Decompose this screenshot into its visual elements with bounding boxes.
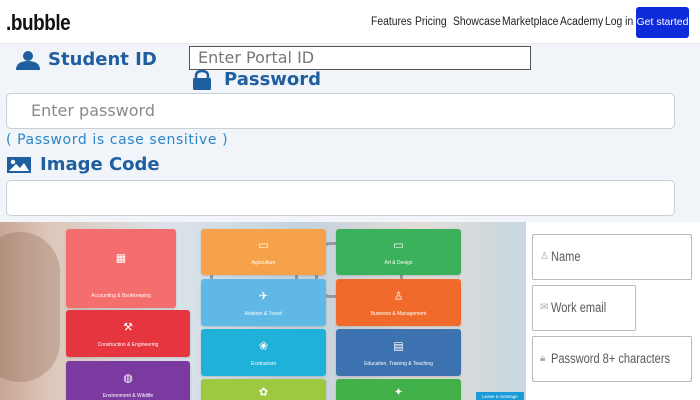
student-login-form: Student ID Enter Portal ID Password Ente… xyxy=(0,44,700,222)
runner-icon: ✦ xyxy=(393,386,404,398)
person-icon: ♙ xyxy=(540,251,549,262)
password-label: Password xyxy=(224,69,322,90)
tile-construction[interactable]: ⚒ Construction & Engineering xyxy=(66,310,190,357)
student-id-row: Student ID xyxy=(14,49,157,70)
calculator-icon: ▦ xyxy=(115,252,127,265)
tile-art-design[interactable]: ▭ Art & Design xyxy=(336,229,461,275)
tile-partial-sport[interactable]: ✦ xyxy=(336,379,461,400)
leaf-icon: ✿ xyxy=(258,386,269,398)
tile-agriculture[interactable]: ▭ Agriculture xyxy=(201,229,326,275)
password-row: Password xyxy=(190,69,321,90)
globe-icon: ❀ xyxy=(258,340,269,353)
mail-icon: ✉ xyxy=(540,302,549,313)
user-icon xyxy=(16,50,40,70)
image-code-row: Image Code xyxy=(6,154,160,175)
template-showcase: ▦ Accounting & Bookkeeping ▭ Agriculture… xyxy=(0,222,526,400)
tool-icon: ⚒ xyxy=(123,321,133,334)
image-icon xyxy=(7,156,31,173)
name-placeholder: Name xyxy=(551,249,581,264)
image-code-label: Image Code xyxy=(40,154,160,175)
folder-icon: ▭ xyxy=(258,239,269,252)
student-id-label: Student ID xyxy=(48,49,157,70)
nav-features-link[interactable]: Features xyxy=(371,16,412,28)
work-email-field[interactable]: ✉ Work email xyxy=(532,285,636,331)
password-field[interactable]: 🔒︎ Password 8+ characters xyxy=(532,336,692,382)
nav-academy-link[interactable]: Academy xyxy=(560,16,603,28)
signup-form: ♙ Name ✉ Work email 🔒︎ Password 8+ chara… xyxy=(526,222,700,400)
image-code-input[interactable] xyxy=(6,180,675,216)
nav-marketplace-link[interactable]: Marketplace xyxy=(502,16,558,28)
bubble-logo[interactable]: .bubble xyxy=(6,10,71,36)
password-placeholder: Password 8+ characters xyxy=(551,351,671,366)
case-sensitive-hint: ( Password is case sensitive ) xyxy=(6,132,229,148)
airplane-icon: ✈ xyxy=(258,290,269,303)
leave-message-badge[interactable]: Leave a message xyxy=(476,392,524,400)
name-field[interactable]: ♙ Name xyxy=(532,234,692,280)
tile-business[interactable]: ♙ Business & Management xyxy=(336,279,461,326)
lock-icon xyxy=(193,69,211,90)
board-icon: ▤ xyxy=(393,340,404,353)
background-face xyxy=(0,232,60,382)
work-email-placeholder: Work email xyxy=(551,300,607,315)
get-started-button[interactable]: Get started xyxy=(636,7,689,38)
portal-id-input[interactable]: Enter Portal ID xyxy=(189,46,531,70)
nav-showcase-link[interactable]: Showcase xyxy=(453,16,501,28)
nav-login-link[interactable]: Log in xyxy=(605,16,633,28)
nav-pricing-link[interactable]: Pricing xyxy=(415,16,447,28)
tile-aviation[interactable]: ✈ Aviation & Travel xyxy=(201,279,326,326)
tile-ecotourism[interactable]: ❀ Ecotourism xyxy=(201,329,326,376)
tile-environment[interactable]: ◍ Environment & Wildlife xyxy=(66,361,190,400)
padlock-icon: 🔒︎ xyxy=(540,353,546,364)
monitor-icon: ▭ xyxy=(393,239,404,252)
top-navbar: .bubble Features Pricing Showcase Market… xyxy=(0,0,700,44)
people-icon: ♙ xyxy=(393,290,404,303)
tile-partial-green[interactable]: ✿ xyxy=(201,379,326,400)
earth-icon: ◍ xyxy=(123,372,133,385)
password-input[interactable]: Enter password xyxy=(6,93,675,129)
tile-education[interactable]: ▤ Education, Training & Teaching xyxy=(336,329,461,376)
tile-accounting[interactable]: ▦ Accounting & Bookkeeping xyxy=(66,229,176,308)
